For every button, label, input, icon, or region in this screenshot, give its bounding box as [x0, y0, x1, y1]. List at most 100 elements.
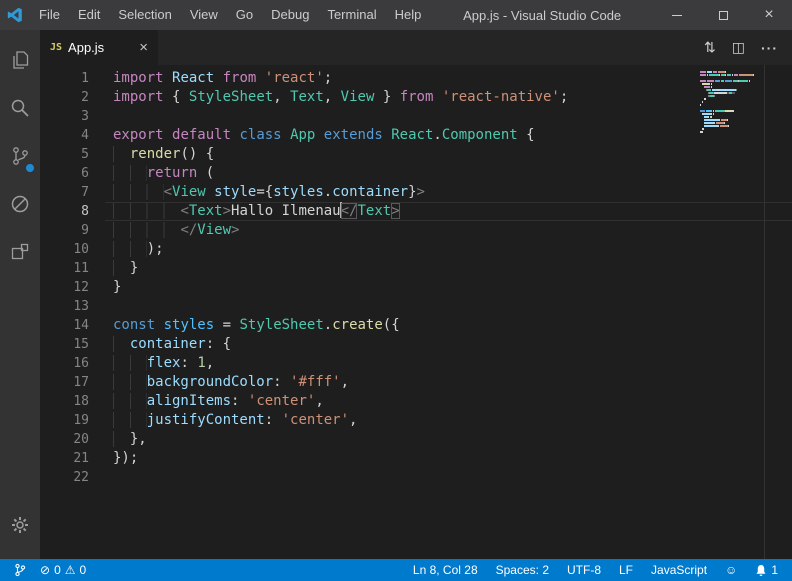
line-number: 1: [40, 69, 89, 88]
status-right: Ln 8, Col 28 Spaces: 2 UTF-8 LF JavaScri…: [409, 563, 782, 577]
code-line[interactable]: [105, 468, 792, 487]
code-line[interactable]: });: [105, 449, 792, 468]
menu-go[interactable]: Go: [227, 0, 262, 30]
code-line[interactable]: return (: [105, 164, 792, 183]
tab-bar: JS App.js × ⇅ ◫ ···: [40, 30, 792, 65]
tab-close-icon[interactable]: ×: [139, 40, 148, 55]
feedback-smiley-icon[interactable]: ☺: [721, 563, 741, 577]
code-line[interactable]: container: {: [105, 335, 792, 354]
notification-count: 1: [771, 563, 778, 577]
line-number: 12: [40, 278, 89, 297]
line-number: 13: [40, 297, 89, 316]
manage-settings[interactable]: [0, 501, 40, 549]
code-line[interactable]: import React from 'react';: [105, 69, 792, 88]
code-line[interactable]: }: [105, 278, 792, 297]
close-button[interactable]: ×: [746, 0, 792, 30]
minimize-icon: [672, 15, 682, 16]
language-mode[interactable]: JavaScript: [647, 563, 711, 577]
status-bar: ⊘ 0 ⚠ 0 Ln 8, Col 28 Spaces: 2 UTF-8 LF …: [0, 559, 792, 581]
code-line[interactable]: const styles = StyleSheet.create({: [105, 316, 792, 335]
problems-status[interactable]: ⊘ 0 ⚠ 0: [36, 563, 90, 577]
code-line[interactable]: );: [105, 240, 792, 259]
line-number: 20: [40, 430, 89, 449]
line-number: 10: [40, 240, 89, 259]
menu-edit[interactable]: Edit: [69, 0, 109, 30]
code-editor[interactable]: 12345678910111213141516171819202122 impo…: [40, 65, 792, 559]
line-number: 17: [40, 373, 89, 392]
editor-actions: ⇅ ◫ ···: [704, 30, 792, 65]
code-line[interactable]: }: [105, 259, 792, 278]
warning-icon: ⚠: [65, 564, 76, 576]
error-icon: ⊘: [40, 564, 50, 576]
code-line[interactable]: [105, 297, 792, 316]
activity-search[interactable]: [0, 84, 40, 132]
js-file-icon: JS: [50, 42, 62, 53]
extensions-icon: [9, 241, 31, 263]
activity-extensions[interactable]: [0, 228, 40, 276]
menu-view[interactable]: View: [181, 0, 227, 30]
eol-setting[interactable]: LF: [615, 563, 637, 577]
tab-label: App.js: [68, 40, 133, 55]
code-line[interactable]: },: [105, 430, 792, 449]
indentation-setting[interactable]: Spaces: 2: [492, 563, 553, 577]
line-number: 18: [40, 392, 89, 411]
editor-layout-icon[interactable]: ◫: [732, 39, 745, 56]
close-icon: ×: [764, 7, 773, 23]
code-lines[interactable]: import React from 'react';import { Style…: [105, 69, 792, 559]
warning-count: 0: [80, 563, 87, 577]
menu-selection[interactable]: Selection: [109, 0, 180, 30]
debug-icon: [9, 193, 31, 215]
activity-source-control[interactable]: [0, 132, 40, 180]
line-number: 14: [40, 316, 89, 335]
line-number: 2: [40, 88, 89, 107]
line-number: 4: [40, 126, 89, 145]
notifications-bell[interactable]: 1: [751, 563, 782, 577]
cursor-position[interactable]: Ln 8, Col 28: [409, 563, 482, 577]
code-line[interactable]: justifyContent: 'center',: [105, 411, 792, 430]
source-control-badge: [24, 162, 36, 174]
code-line[interactable]: flex: 1,: [105, 354, 792, 373]
source-control-status[interactable]: [10, 563, 30, 577]
code-line[interactable]: import { StyleSheet, Text, View } from '…: [105, 88, 792, 107]
tab-appjs[interactable]: JS App.js ×: [40, 30, 158, 65]
window-controls: ×: [654, 0, 792, 30]
more-actions-icon[interactable]: ···: [761, 40, 778, 56]
scrollbar-track[interactable]: [764, 65, 765, 559]
explorer-icon: [9, 49, 31, 71]
maximize-button[interactable]: [700, 0, 746, 30]
activity-bar: [0, 30, 40, 559]
line-number: 9: [40, 221, 89, 240]
minimize-button[interactable]: [654, 0, 700, 30]
activity-debug[interactable]: [0, 180, 40, 228]
code-line[interactable]: </View>: [105, 221, 792, 240]
code-line[interactable]: export default class App extends React.C…: [105, 126, 792, 145]
code-line[interactable]: <Text>Hallo Ilmenau</Text>: [105, 202, 792, 221]
line-number: 16: [40, 354, 89, 373]
split-editor-icon[interactable]: ⇅: [704, 39, 716, 56]
menu-help[interactable]: Help: [386, 0, 431, 30]
menu-terminal[interactable]: Terminal: [318, 0, 385, 30]
line-number: 8: [40, 202, 89, 221]
code-line[interactable]: render() {: [105, 145, 792, 164]
minimap[interactable]: [700, 71, 758, 137]
code-line[interactable]: backgroundColor: '#fff',: [105, 373, 792, 392]
menu-file[interactable]: File: [30, 0, 69, 30]
code-line[interactable]: [105, 107, 792, 126]
activity-explorer[interactable]: [0, 36, 40, 84]
line-number: 15: [40, 335, 89, 354]
vscode-logo-icon: [0, 7, 30, 23]
line-number: 6: [40, 164, 89, 183]
code-line[interactable]: alignItems: 'center',: [105, 392, 792, 411]
code-line[interactable]: <View style={styles.container}>: [105, 183, 792, 202]
minimap-content: [700, 71, 758, 137]
menu-debug[interactable]: Debug: [262, 0, 318, 30]
menubar: File Edit Selection View Go Debug Termin…: [30, 0, 430, 30]
titlebar: File Edit Selection View Go Debug Termin…: [0, 0, 792, 30]
error-count: 0: [54, 563, 61, 577]
line-number: 3: [40, 107, 89, 126]
gear-icon: [9, 514, 31, 536]
window-title: App.js - Visual Studio Code: [430, 8, 654, 23]
vscode-window: File Edit Selection View Go Debug Termin…: [0, 0, 792, 581]
encoding-setting[interactable]: UTF-8: [563, 563, 605, 577]
bell-icon: [755, 564, 767, 577]
